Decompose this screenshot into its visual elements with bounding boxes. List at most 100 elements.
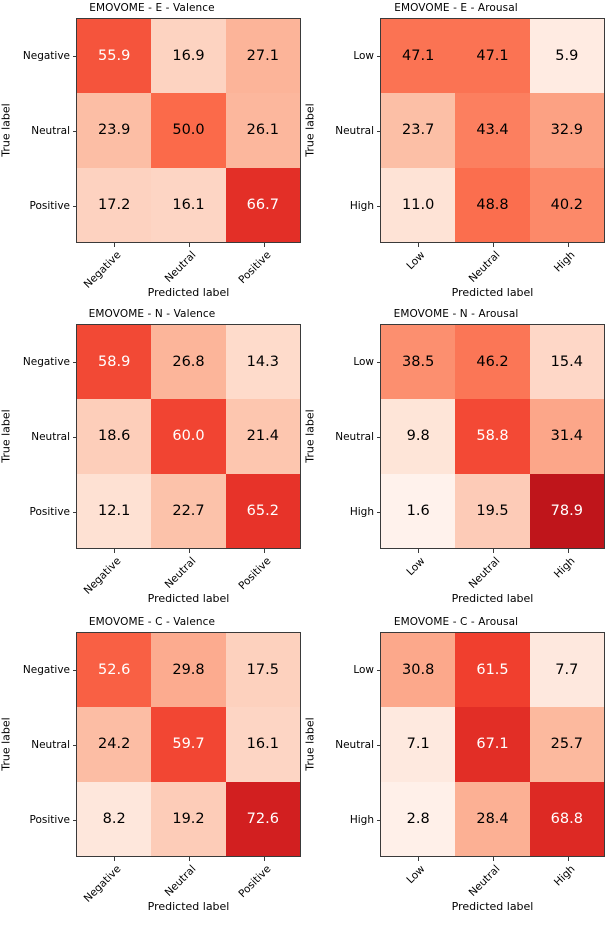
panel-title: EMOVOME - E - Valence	[89, 2, 215, 14]
x-tick-label: High	[551, 555, 578, 581]
x-tick-label: Positive	[236, 249, 274, 287]
panel-title: EMOVOME - C - Arousal	[393, 616, 519, 628]
confusion-matrix-panel: EMOVOME - C - Valence True label Predicted…	[0, 614, 304, 924]
heatmap-cell: 7.7	[529, 633, 604, 708]
x-tick-mark	[492, 243, 494, 247]
x-tick-label: Neutral	[162, 863, 199, 899]
y-tick-label: Neutral	[0, 431, 76, 443]
x-axis-label: Predicted label	[451, 900, 534, 913]
y-tick-label: Low	[254, 664, 380, 676]
y-tick-label: Negative	[0, 356, 76, 368]
heatmap-cell: 43.4	[455, 93, 530, 168]
confusion-matrix-figure: EMOVOME - E - Valence True label Predicted…	[0, 0, 608, 932]
panel-title: EMOVOME - N - Valence	[88, 308, 216, 320]
y-tick-label: Neutral	[254, 739, 380, 751]
x-tick-label: Low	[404, 555, 428, 579]
heatmap-cell: 24.2	[77, 707, 152, 782]
confusion-matrix-panel: EMOVOME - E - Arousal True label Predicted…	[304, 0, 608, 310]
heatmap-grid: 38.5 46.2 15.4 9.8 58.8 31.4 1.6 19.5 78.9	[380, 324, 605, 549]
x-tick-mark	[113, 549, 115, 553]
x-tick-mark	[188, 243, 190, 247]
x-tick-label: Neutral	[162, 555, 199, 591]
x-tick-label: Neutral	[162, 249, 199, 285]
heatmap-cell: 46.2	[455, 325, 530, 400]
y-tick-label: Neutral	[254, 431, 380, 443]
heatmap-grid: 30.8 61.5 7.7 7.1 67.1 25.7 2.8 28.4 68.8	[380, 632, 605, 857]
heatmap-cell: 58.9	[77, 325, 152, 400]
heatmap-cell: 17.2	[77, 167, 152, 242]
heatmap-cell: 16.1	[151, 167, 226, 242]
confusion-matrix-panel: EMOVOME - C - Arousal True label Predicted…	[304, 614, 608, 924]
panel-title: EMOVOME - E - Arousal	[394, 2, 518, 14]
heatmap-cell: 52.6	[77, 633, 152, 708]
x-tick-label: Neutral	[466, 249, 503, 285]
x-tick-label: High	[551, 863, 578, 889]
heatmap-cell: 67.1	[455, 707, 530, 782]
heatmap-cell: 59.7	[151, 707, 226, 782]
confusion-matrix-panel: EMOVOME - E - Valence True label Predicted…	[0, 0, 304, 310]
x-axis-label: Predicted label	[147, 592, 230, 605]
x-tick-label: Positive	[236, 863, 274, 901]
heatmap-cell: 60.0	[151, 399, 226, 474]
x-tick-label: Low	[404, 863, 428, 887]
heatmap-cell: 26.8	[151, 325, 226, 400]
y-tick-label: Positive	[0, 814, 76, 826]
y-tick-label: Positive	[0, 200, 76, 212]
x-tick-mark	[417, 857, 419, 861]
heatmap-cell: 15.4	[529, 325, 604, 400]
heatmap-cell: 47.1	[381, 19, 456, 94]
heatmap-cell: 2.8	[381, 781, 456, 856]
panel-title: EMOVOME - C - Valence	[88, 616, 216, 628]
heatmap-cell: 19.2	[151, 781, 226, 856]
heatmap-grid: 47.1 47.1 5.9 23.7 43.4 32.9 11.0 48.8 40.2	[380, 18, 605, 243]
x-tick-label: High	[551, 249, 578, 275]
x-axis-label: Predicted label	[451, 286, 534, 299]
x-tick-label: Low	[404, 249, 428, 273]
heatmap-cell: 19.5	[455, 473, 530, 548]
y-tick-label: Negative	[0, 664, 76, 676]
x-tick-mark	[188, 857, 190, 861]
x-tick-label: Negative	[81, 555, 124, 597]
y-tick-label: Neutral	[0, 739, 76, 751]
heatmap-cell: 25.7	[529, 707, 604, 782]
heatmap-cell: 1.6	[381, 473, 456, 548]
heatmap-cell: 8.2	[77, 781, 152, 856]
heatmap-cell: 28.4	[455, 781, 530, 856]
heatmap-cell: 22.7	[151, 473, 226, 548]
matrix-area: 38.5 46.2 15.4 9.8 58.8 31.4 1.6 19.5 78.9 Low Neu…	[335, 324, 608, 591]
heatmap-cell: 23.9	[77, 93, 152, 168]
heatmap-cell: 11.0	[381, 167, 456, 242]
x-tick-mark	[113, 243, 115, 247]
x-tick-mark	[567, 549, 569, 553]
y-tick-label: Positive	[0, 506, 76, 518]
x-tick-mark	[417, 243, 419, 247]
y-tick-label: High	[254, 200, 380, 212]
x-tick-label: Negative	[81, 249, 124, 291]
heatmap-cell: 32.9	[529, 93, 604, 168]
x-tick-mark	[567, 857, 569, 861]
heatmap-cell: 12.1	[77, 473, 152, 548]
y-tick-label: Low	[254, 356, 380, 368]
x-tick-mark	[263, 857, 265, 861]
x-tick-mark	[263, 243, 265, 247]
x-tick-mark	[492, 857, 494, 861]
confusion-matrix-panel: EMOVOME - N - Arousal True label Predicted…	[304, 306, 608, 616]
heatmap-cell: 50.0	[151, 93, 226, 168]
y-tick-label: High	[254, 814, 380, 826]
y-tick-label: Neutral	[0, 125, 76, 137]
x-tick-mark	[417, 549, 419, 553]
panel-title: EMOVOME - N - Arousal	[393, 308, 519, 320]
x-tick-mark	[567, 243, 569, 247]
y-tick-label: Neutral	[254, 125, 380, 137]
y-tick-label: High	[254, 506, 380, 518]
x-tick-mark	[263, 549, 265, 553]
heatmap-cell: 9.8	[381, 399, 456, 474]
heatmap-cell: 40.2	[529, 167, 604, 242]
heatmap-cell: 58.8	[455, 399, 530, 474]
x-tick-label: Negative	[81, 863, 124, 905]
heatmap-cell: 29.8	[151, 633, 226, 708]
heatmap-cell: 55.9	[77, 19, 152, 94]
x-tick-label: Positive	[236, 555, 274, 593]
x-axis-label: Predicted label	[147, 900, 230, 913]
heatmap-cell: 61.5	[455, 633, 530, 708]
